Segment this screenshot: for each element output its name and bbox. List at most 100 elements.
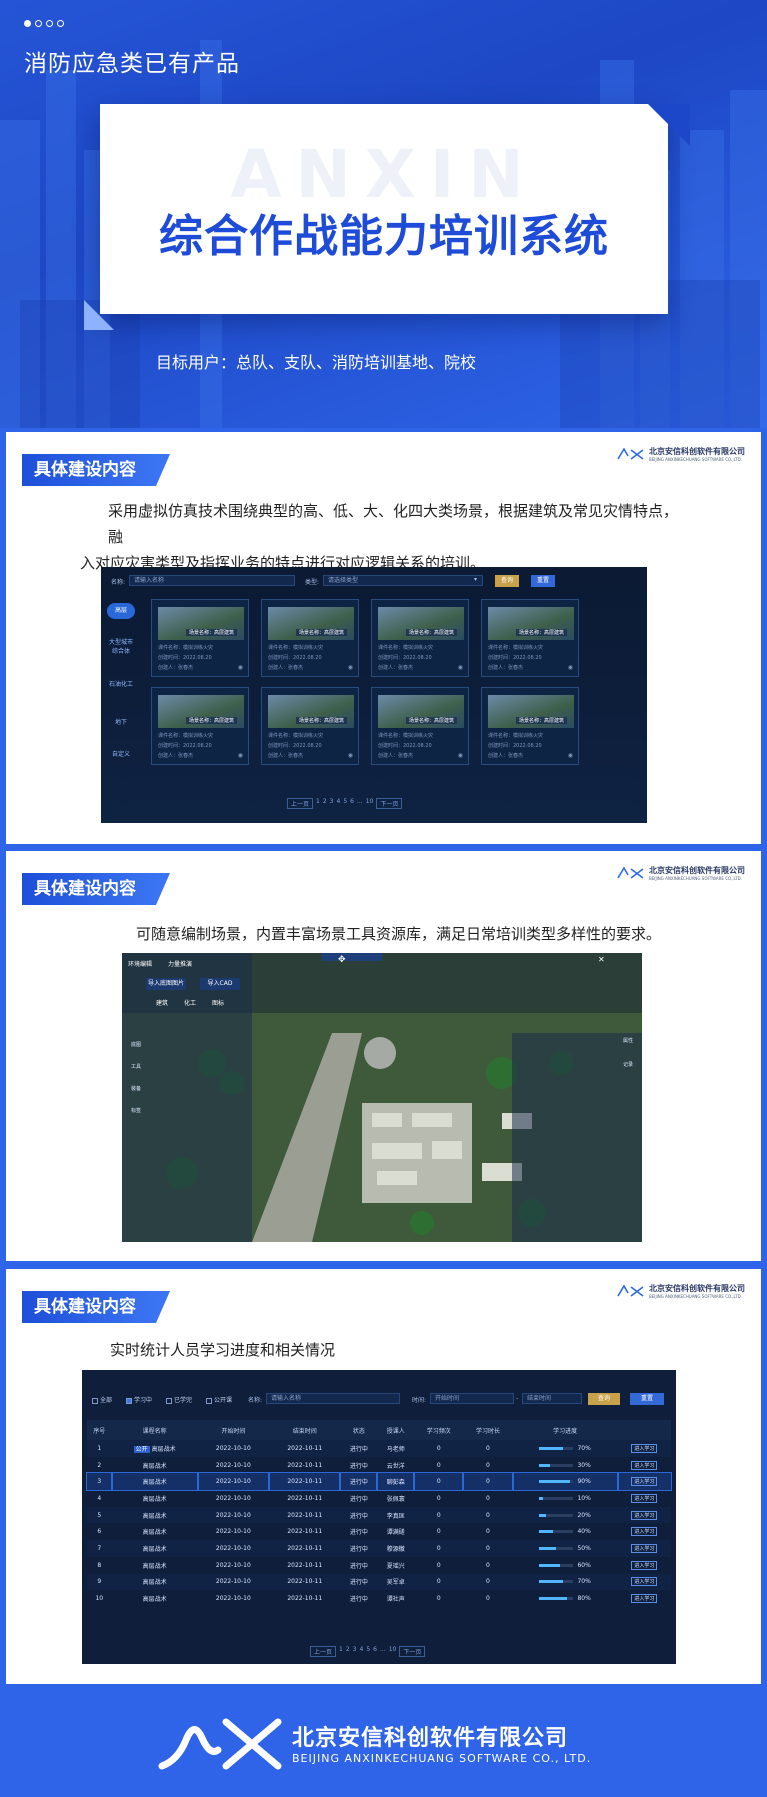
scenario-card[interactable]: 场景名称：高层建筑 课件名称：模拟训练火灾 创建时间：2022.08.20 创建人：张… — [151, 599, 249, 677]
eye-icon[interactable]: ◉ — [568, 752, 573, 759]
left-menu-equipment[interactable]: 装备 — [126, 1085, 146, 1092]
type-select[interactable]: 请选择类型 — [323, 575, 483, 586]
filter-completed[interactable]: 已学完 — [166, 1395, 192, 1404]
eye-icon[interactable]: ◉ — [458, 664, 463, 671]
cell-duration: 0 — [462, 1472, 514, 1492]
move-icon[interactable]: ✥ — [338, 955, 346, 965]
right-menu-properties[interactable]: 属性 — [618, 1037, 638, 1044]
table-row: 10 高层战术 2022-10-10 2022-10-11 进行中 谭社声 0 0 80% 进入学… — [87, 1590, 671, 1607]
page-number[interactable]: 5 — [366, 1646, 370, 1657]
create-time: 创建时间：2022.08.20 — [488, 743, 542, 749]
enter-learning-button[interactable]: 进入学习 — [631, 1460, 658, 1470]
filter-public[interactable]: 公开课 — [206, 1395, 232, 1404]
category-tab-custom[interactable]: 自定义 — [107, 749, 135, 758]
page-number[interactable]: 4 — [337, 798, 341, 809]
close-icon[interactable]: ✕ — [598, 955, 605, 964]
creator: 创建人：张春杰 — [378, 665, 414, 671]
footer: 北京安信科创软件有限公司 BEIJING ANXINKECHUANG SOFTW… — [0, 1690, 767, 1797]
eye-icon[interactable]: ◉ — [238, 752, 243, 759]
query-button[interactable]: 查询 — [495, 575, 519, 587]
eye-icon[interactable]: ◉ — [348, 664, 353, 671]
prev-page-button[interactable]: 上一页 — [310, 1646, 337, 1657]
enter-learning-button[interactable]: 进入学习 — [631, 1493, 658, 1503]
category-tab-petrochemical[interactable]: 石油化工 — [107, 679, 135, 688]
import-basemap-button[interactable]: 导入底图图片 — [146, 978, 186, 990]
page-number[interactable]: 2 — [323, 798, 327, 809]
category-tab-high-rise[interactable]: 高层 — [107, 603, 135, 619]
page-number[interactable]: 2 — [346, 1646, 350, 1657]
prev-page-button[interactable]: 上一页 — [287, 798, 314, 809]
enter-learning-button[interactable]: 进入学习 — [631, 1594, 658, 1604]
eye-icon[interactable]: ◉ — [238, 664, 243, 671]
cell-frequency: 0 — [414, 1490, 464, 1507]
page-number[interactable]: 3 — [353, 1646, 357, 1657]
scenario-thumbnail: 场景名称：高层建筑 — [488, 695, 574, 728]
name-input[interactable]: 请输入名称 — [266, 1393, 400, 1404]
cell-end: 2022-10-11 — [269, 1490, 341, 1507]
reset-button[interactable]: 重置 — [630, 1393, 664, 1405]
start-time-input[interactable]: 开始时间 — [430, 1393, 514, 1404]
left-menu-tags[interactable]: 标签 — [126, 1107, 146, 1114]
time-label: 时间: — [412, 1397, 427, 1404]
enter-learning-button[interactable]: 进入学习 — [631, 1477, 658, 1487]
cell-action: 进入学习 — [617, 1490, 671, 1507]
category-tab-underground[interactable]: 地下 — [107, 717, 135, 726]
scenario-card[interactable]: 场景名称：高层建筑 课件名称：模拟训练火灾 创建时间：2022.08.20 创建人：张… — [151, 687, 249, 765]
enter-learning-button[interactable]: 进入学习 — [631, 1443, 658, 1453]
eye-icon[interactable]: ◉ — [568, 664, 573, 671]
enter-learning-button[interactable]: 进入学习 — [631, 1577, 658, 1587]
progress-bar — [539, 1496, 574, 1500]
scenario-card[interactable]: 场景名称：高层建筑 课件名称：模拟训练火灾 创建时间：2022.08.20 创建人：张… — [481, 599, 579, 677]
reset-button[interactable]: 重置 — [531, 575, 555, 587]
page-number[interactable]: 4 — [360, 1646, 364, 1657]
enter-learning-button[interactable]: 进入学习 — [631, 1543, 658, 1553]
page-number[interactable]: 3 — [330, 798, 334, 809]
next-page-button[interactable]: 下一页 — [376, 798, 403, 809]
resource-tab-chemical[interactable]: 化工 — [184, 998, 196, 1007]
query-button[interactable]: 查询 — [588, 1393, 620, 1405]
page-number[interactable]: 10 — [366, 798, 374, 809]
page-number[interactable]: 10 — [389, 1646, 397, 1657]
resource-tab-building[interactable]: 建筑 — [156, 998, 168, 1007]
scenario-card[interactable]: 场景名称：高层建筑 课件名称：模拟训练火灾 创建时间：2022.08.20 创建人：张… — [481, 687, 579, 765]
eye-icon[interactable]: ◉ — [348, 752, 353, 759]
cell-action: 进入学习 — [617, 1556, 671, 1574]
category-tab-urban-complex[interactable]: 大型城市综合体 — [107, 637, 135, 655]
progress-bar — [539, 1480, 574, 1484]
desc-line: 采用虚拟仿真技术围绕典型的高、低、大、化四大类场景，根据建筑及常见灾情特点，融 — [108, 502, 679, 546]
import-cad-button[interactable]: 导入CAD — [200, 978, 240, 990]
cell-status: 进行中 — [340, 1440, 378, 1457]
enter-learning-button[interactable]: 进入学习 — [631, 1510, 658, 1520]
resource-tab-icon[interactable]: 图标 — [212, 998, 224, 1007]
left-menu-basemap[interactable]: 底图 — [126, 1041, 146, 1048]
page-number[interactable]: 1 — [316, 798, 320, 809]
page-number[interactable]: 6 — [350, 798, 354, 809]
page-number[interactable]: 1 — [339, 1646, 343, 1657]
cell-teacher: 云世洋 — [377, 1456, 415, 1474]
left-menu-tools[interactable]: 工具 — [126, 1063, 146, 1070]
enter-learning-button[interactable]: 进入学习 — [631, 1560, 658, 1570]
enter-learning-button[interactable]: 进入学习 — [631, 1527, 658, 1537]
page-number[interactable]: 5 — [343, 798, 347, 809]
hero-banner: 消防应急类已有产品 ANXIN 综合作战能力培训系统 目标用户：总队、支队、消防… — [0, 0, 767, 428]
filter-all[interactable]: 全部 — [92, 1395, 112, 1404]
page-number[interactable]: 6 — [373, 1646, 377, 1657]
eye-icon[interactable]: ◉ — [458, 752, 463, 759]
end-time-input[interactable]: 结束时间 — [522, 1393, 582, 1404]
cell-no: 9 — [87, 1573, 112, 1591]
cell-end: 2022-10-11 — [269, 1506, 341, 1524]
company-name-cn: 北京安信科创软件有限公司 — [292, 1726, 569, 1751]
filter-learning[interactable]: 学习中 — [126, 1395, 152, 1404]
next-page-button[interactable]: 下一页 — [399, 1646, 426, 1657]
name-label: 名称: — [248, 1397, 263, 1404]
scenario-card[interactable]: 场景名称：高层建筑 课件名称：模拟训练火灾 创建时间：2022.08.20 创建人：张… — [371, 599, 469, 677]
scenario-card[interactable]: 场景名称：高层建筑 课件名称：模拟训练火灾 创建时间：2022.08.20 创建人：张… — [371, 687, 469, 765]
scenario-card[interactable]: 场景名称：高层建筑 课件名称：模拟训练火灾 创建时间：2022.08.20 创建人：张… — [261, 599, 359, 677]
section-tag: 具体建设内容 — [22, 873, 156, 905]
scenario-card[interactable]: 场景名称：高层建筑 课件名称：模拟训练火灾 创建时间：2022.08.20 创建人：张… — [261, 687, 359, 765]
right-menu-records[interactable]: 记录 — [618, 1061, 638, 1068]
col-frequency: 学习频次 — [414, 1420, 464, 1440]
tab-environment-edit[interactable]: 环境编辑 — [128, 959, 162, 969]
name-input[interactable]: 请输入名称 — [129, 575, 295, 586]
tab-force-deduction[interactable]: 力量推演 — [168, 959, 202, 969]
